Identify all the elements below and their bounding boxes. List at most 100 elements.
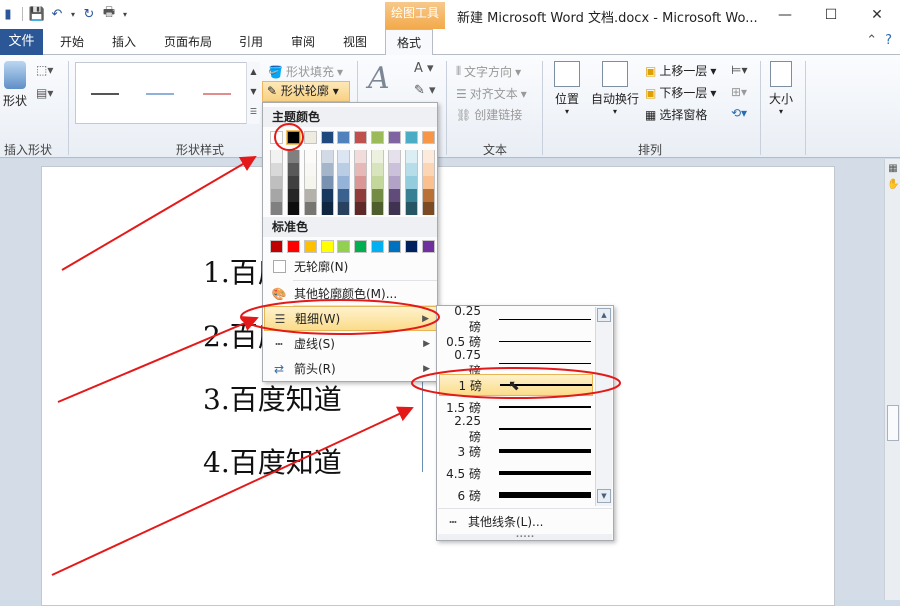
weight-option[interactable]: 1 磅 ⬉ [439, 374, 593, 396]
theme-color-variant[interactable] [337, 150, 350, 163]
style-line-dark[interactable] [91, 93, 119, 95]
scroll-up-icon[interactable]: ▲ [597, 308, 611, 322]
weight-option[interactable]: 6 磅 [439, 484, 593, 506]
maximize-button[interactable]: ☐ [808, 0, 854, 29]
theme-color-variant[interactable] [270, 189, 283, 202]
redo-icon[interactable]: ↻ [81, 6, 97, 22]
arrows-item[interactable]: ⇄ 箭头(R) ▶ [264, 356, 437, 381]
text-box-icon[interactable]: ▤▾ [36, 86, 53, 100]
theme-color-variant[interactable] [304, 189, 317, 202]
ruler-toggle-icon[interactable]: ▦ [887, 163, 899, 175]
shapes-button[interactable]: 形状 [0, 61, 30, 109]
theme-color-swatch[interactable] [405, 131, 418, 144]
rotate-icon[interactable]: ⟲▾ [731, 106, 747, 120]
standard-color-swatch[interactable] [270, 240, 283, 253]
text-fill-icon[interactable]: A ▾ [414, 61, 434, 76]
undo-icon[interactable]: ↶ [49, 6, 65, 22]
close-button[interactable]: ✕ [854, 0, 900, 29]
undo-dropdown-icon[interactable]: ▾ [69, 6, 77, 22]
theme-color-variant[interactable] [371, 163, 384, 176]
theme-color-variant[interactable] [337, 189, 350, 202]
theme-color-swatch[interactable] [287, 131, 300, 144]
group-icon[interactable]: ⊞▾ [731, 85, 747, 99]
tab-review[interactable]: 审阅 [291, 29, 315, 55]
collapse-ribbon-icon[interactable]: ⌃ [866, 33, 877, 48]
standard-color-swatch[interactable] [337, 240, 350, 253]
edit-shape-icon[interactable]: ⬚▾ [36, 63, 53, 77]
theme-color-variant[interactable] [270, 176, 283, 189]
theme-color-variant[interactable] [422, 176, 435, 189]
selection-pane-button[interactable]: ▦ 选择窗格 [645, 106, 707, 123]
standard-color-swatch[interactable] [354, 240, 367, 253]
theme-color-variant[interactable] [287, 150, 300, 163]
theme-color-variant[interactable] [371, 150, 384, 163]
wrap-text-button[interactable]: 自动换行 ▾ [589, 61, 641, 116]
text-outline-icon[interactable]: ✎ ▾ [414, 83, 436, 98]
theme-color-variant[interactable] [321, 176, 334, 189]
weight-option[interactable]: 0.25 磅 [439, 304, 593, 334]
size-button[interactable]: 大小 ▾ [764, 61, 798, 116]
pan-hand-icon[interactable]: ✋ [887, 179, 899, 191]
theme-color-swatch[interactable] [422, 131, 435, 144]
print-icon[interactable]: 🖶 [101, 5, 117, 22]
theme-color-variant[interactable] [287, 163, 300, 176]
standard-color-swatch[interactable] [388, 240, 401, 253]
more-outline-colors-item[interactable]: 🎨 其他轮廓颜色(M)... [264, 281, 437, 306]
position-button[interactable]: 位置 ▾ [550, 61, 584, 116]
theme-color-variant[interactable] [287, 176, 300, 189]
theme-color-variant[interactable] [371, 189, 384, 202]
style-line-blue[interactable] [146, 93, 174, 95]
theme-color-variant[interactable] [405, 189, 418, 202]
more-lines-item[interactable]: ┅ 其他线条(L)... [438, 508, 612, 534]
align-text-button[interactable]: ☰ 对齐文本 ▾ [456, 85, 527, 102]
theme-color-swatch[interactable] [354, 131, 367, 144]
theme-color-variant[interactable] [422, 189, 435, 202]
tab-view[interactable]: 视图 [343, 29, 367, 55]
weight-option[interactable]: 0.75 磅 [439, 348, 593, 378]
weight-option[interactable]: 4.5 磅 [439, 462, 593, 484]
standard-color-swatch[interactable] [287, 240, 300, 253]
vertical-scrollbar[interactable]: ▦ ✋ [884, 159, 900, 600]
text-direction-button[interactable]: ⫴ 文字方向 ▾ [456, 63, 521, 80]
shape-fill-button[interactable]: 🪣 形状填充 ▾ [268, 63, 343, 80]
theme-color-variant[interactable] [337, 176, 350, 189]
list-item[interactable]: 4.百度知道 [203, 441, 342, 481]
standard-color-swatch[interactable] [321, 240, 334, 253]
list-item[interactable]: 3.百度知道 [203, 378, 342, 418]
theme-color-variant[interactable] [321, 202, 334, 215]
dashes-item[interactable]: ┅ 虚线(S) ▶ [264, 331, 437, 356]
theme-color-variant[interactable] [388, 189, 401, 202]
no-outline-item[interactable]: 无轮廓(N) [264, 254, 437, 279]
tab-format[interactable]: 格式 [385, 29, 434, 56]
theme-color-variant[interactable] [287, 189, 300, 202]
weight-option[interactable]: 3 磅 [439, 440, 593, 462]
standard-color-swatch[interactable] [304, 240, 317, 253]
theme-color-variant[interactable] [405, 176, 418, 189]
resize-grip[interactable]: ∙∙∙∙∙ [438, 534, 612, 540]
theme-color-variant[interactable] [304, 150, 317, 163]
theme-color-variant[interactable] [354, 150, 367, 163]
theme-color-variant[interactable] [405, 150, 418, 163]
align-icon[interactable]: ⊨▾ [731, 63, 747, 77]
theme-color-variant[interactable] [321, 163, 334, 176]
theme-color-variant[interactable] [405, 202, 418, 215]
tab-references[interactable]: 引用 [239, 29, 263, 55]
theme-color-variant[interactable] [388, 163, 401, 176]
theme-color-swatch[interactable] [321, 131, 334, 144]
submenu-scrollbar[interactable]: ▲ ▼ [595, 307, 612, 506]
wordart-icon[interactable]: A [368, 61, 390, 96]
shape-style-gallery[interactable] [75, 62, 260, 124]
theme-color-variant[interactable] [405, 163, 418, 176]
theme-color-variant[interactable] [304, 202, 317, 215]
standard-color-swatch[interactable] [405, 240, 418, 253]
theme-color-variant[interactable] [321, 189, 334, 202]
send-backward-button[interactable]: ▣ 下移一层 ▾ [645, 84, 716, 101]
scrollbar-thumb[interactable] [887, 405, 899, 441]
app-icon[interactable]: ▮ [0, 6, 16, 22]
shape-outline-button[interactable]: ✎ 形状轮廓 ▾ [262, 81, 350, 102]
weight-item[interactable]: ☰ 粗细(W) ▶ [264, 306, 437, 331]
theme-color-swatch[interactable] [270, 131, 283, 144]
theme-color-variant[interactable] [388, 176, 401, 189]
theme-color-variant[interactable] [270, 150, 283, 163]
theme-color-swatch[interactable] [337, 131, 350, 144]
